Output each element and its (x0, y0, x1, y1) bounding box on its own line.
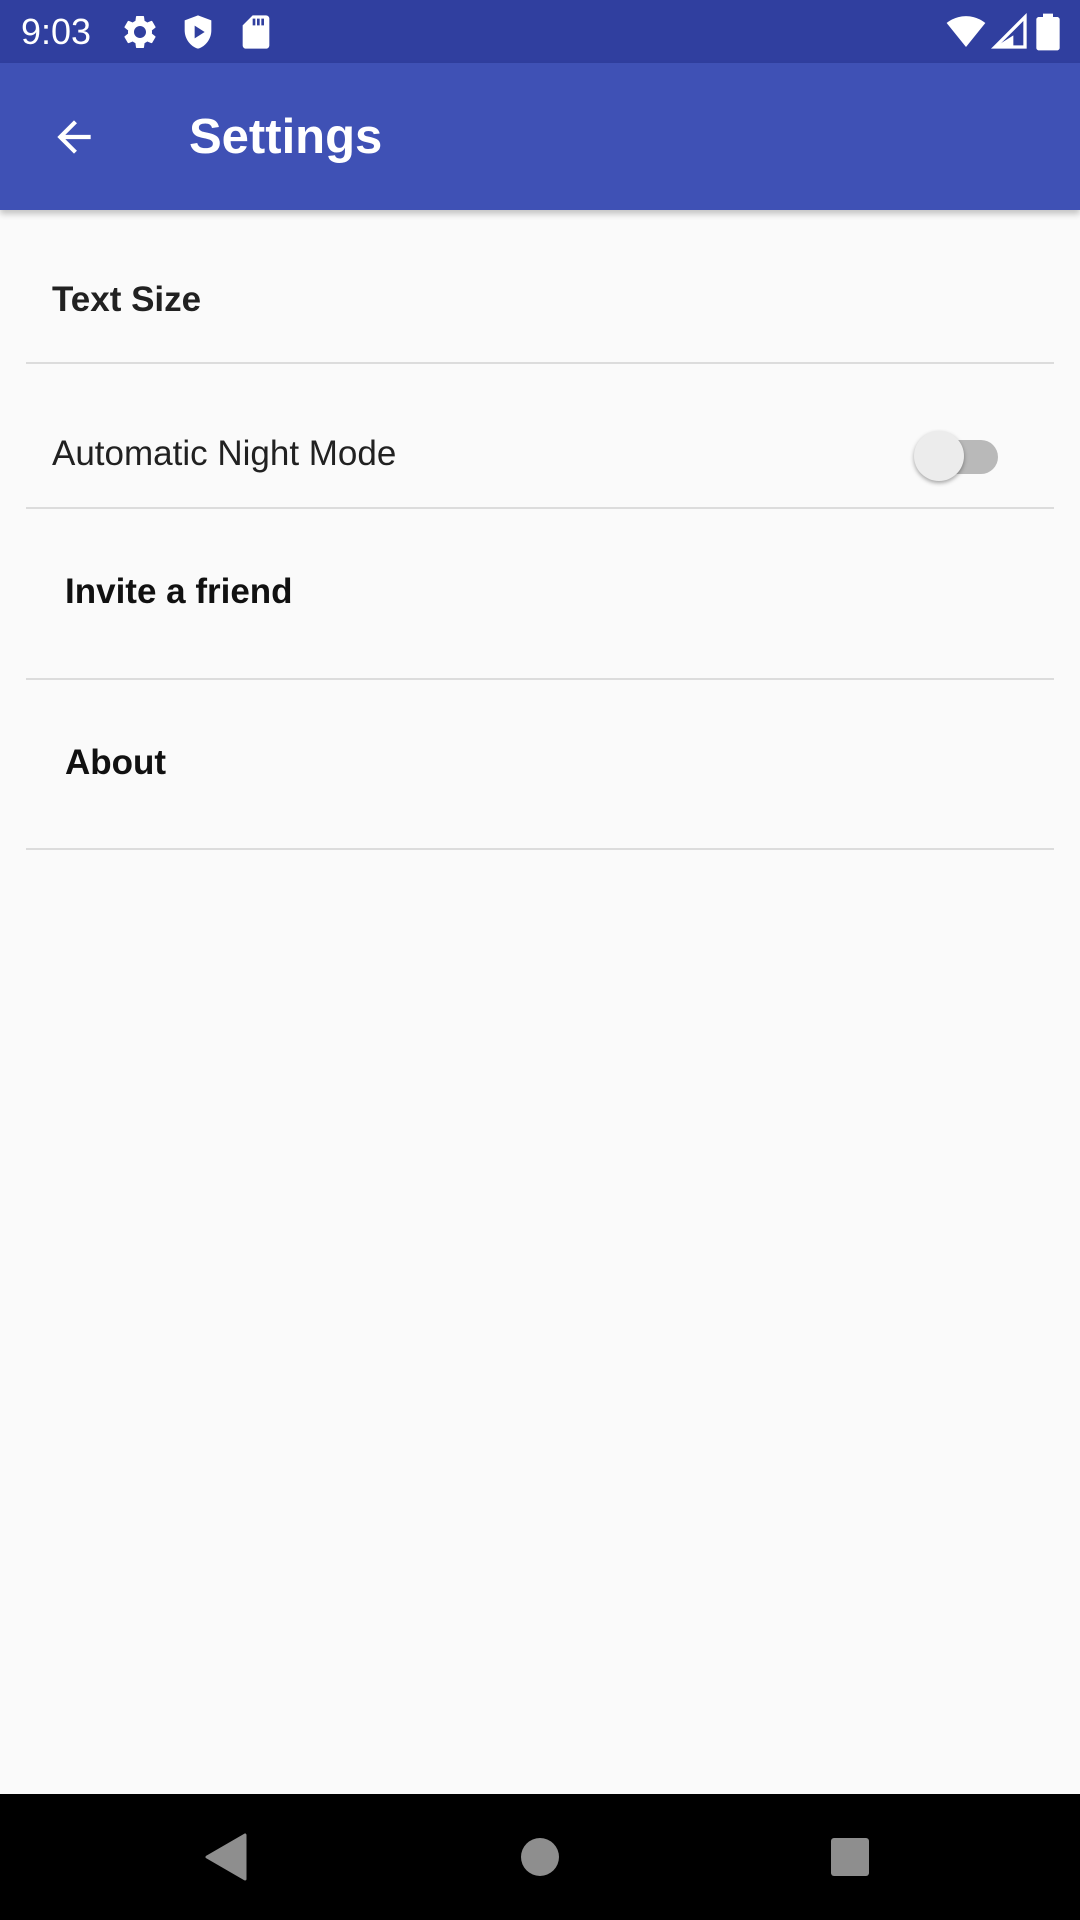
nav-recents-button[interactable] (808, 1815, 892, 1899)
back-triangle-icon (205, 1833, 247, 1881)
arrow-back-icon (57, 120, 91, 154)
setting-invite-friend[interactable]: Invite a friend (0, 509, 1080, 680)
recents-square-icon (831, 1838, 869, 1876)
gear-icon (120, 12, 160, 52)
app-bar: Settings (0, 63, 1080, 210)
back-button[interactable] (30, 93, 118, 181)
nav-back-button[interactable] (183, 1815, 267, 1899)
toggle-thumb (914, 431, 964, 481)
navigation-bar (0, 1794, 1080, 1920)
battery-icon (1034, 12, 1062, 52)
setting-automatic-night-mode[interactable]: Automatic Night Mode (0, 364, 1080, 509)
night-mode-toggle[interactable] (914, 431, 1000, 483)
settings-list: Text Size Automatic Night Mode Invite a … (0, 210, 1080, 850)
setting-text-size[interactable]: Text Size (0, 210, 1080, 364)
setting-label-invite: Invite a friend (65, 572, 293, 611)
page-title: Settings (189, 110, 383, 164)
status-time: 9:03 (21, 11, 92, 52)
cellular-signal-icon (990, 12, 1030, 52)
nav-home-button[interactable] (498, 1815, 582, 1899)
shield-play-icon (178, 12, 218, 52)
home-circle-icon (521, 1838, 559, 1876)
status-bar: 9:03 (0, 0, 1080, 63)
setting-about[interactable]: About (0, 680, 1080, 850)
setting-label-night-mode: Automatic Night Mode (52, 434, 397, 473)
setting-label-about: About (65, 743, 167, 782)
settings-screen: 9:03 Settings Text Size Automatic Night … (0, 0, 1080, 1920)
sd-card-icon (236, 12, 276, 52)
setting-label-text-size: Text Size (52, 280, 202, 319)
wifi-icon (944, 12, 988, 52)
divider (26, 848, 1054, 850)
